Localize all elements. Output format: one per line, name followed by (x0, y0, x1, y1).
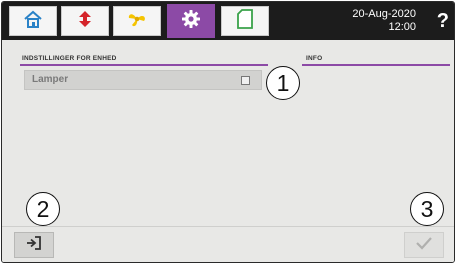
back-button[interactable] (14, 232, 54, 258)
bottom-bar (2, 226, 454, 262)
gear-icon (181, 9, 201, 34)
main-content: INDSTILLINGER FOR ENHED INFO (2, 40, 454, 226)
tab-home[interactable] (9, 6, 57, 36)
callout-marker-3: 3 (410, 192, 444, 226)
logout-arrow-icon (25, 235, 43, 256)
tab-fan[interactable] (113, 6, 161, 36)
list-item-label: Lamper (32, 74, 69, 85)
tab-exchange[interactable] (61, 6, 109, 36)
list-item-lamper[interactable]: Lamper (24, 70, 262, 90)
tab-settings[interactable] (167, 4, 215, 38)
settings-section-title: INDSTILLINGER FOR ENHED (22, 55, 117, 62)
swap-arrows-icon (76, 9, 94, 34)
callout-marker-2: 2 (26, 192, 60, 226)
info-section-divider (302, 64, 450, 66)
home-icon (23, 10, 43, 33)
date-text: 20-Aug-2020 (352, 8, 416, 20)
help-button[interactable]: ? (437, 10, 449, 33)
info-section-title: INFO (306, 55, 323, 62)
time-text: 12:00 (388, 21, 416, 33)
device-screen: 20-Aug-2020 12:00 ? INDSTILLINGER FOR EN… (1, 1, 455, 263)
settings-section-divider (20, 64, 268, 66)
document-icon (237, 8, 253, 34)
callout-marker-1: 1 (266, 66, 300, 100)
top-bar: 20-Aug-2020 12:00 ? (2, 2, 454, 40)
checkmark-icon (415, 236, 433, 255)
date-time: 20-Aug-2020 12:00 (352, 8, 416, 34)
fan-icon (126, 9, 148, 34)
confirm-button[interactable] (404, 232, 444, 258)
lamper-checkbox[interactable] (241, 76, 250, 85)
tab-document[interactable] (221, 6, 269, 36)
